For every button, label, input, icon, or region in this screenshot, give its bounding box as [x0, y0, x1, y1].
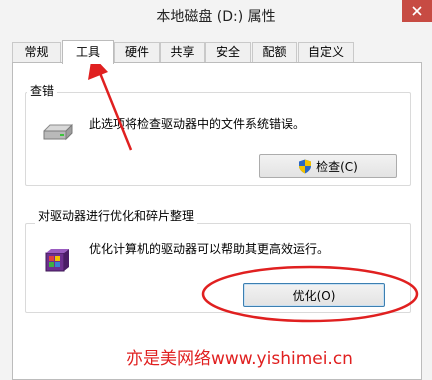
tab-customize[interactable]: 自定义 — [298, 42, 354, 63]
uac-shield-icon — [299, 159, 312, 173]
tools-panel: 查错 此选项将检查驱动器中的文件系统错误。 检查(C) 对驱动器进行优化和碎片整… — [12, 62, 422, 380]
tab-quota[interactable]: 配额 — [252, 42, 297, 63]
window-title: 本地磁盘 (D:) 属性 — [156, 9, 276, 25]
error-check-title: 查错 — [27, 82, 58, 99]
tab-security[interactable]: 安全 — [205, 42, 251, 63]
check-button-label: 检查(C) — [316, 159, 358, 174]
error-check-description: 此选项将检查驱动器中的文件系统错误。 — [89, 117, 306, 131]
tab-strip: 常规 工具 硬件 共享 安全 配额 自定义 — [12, 40, 424, 64]
optimize-title: 对驱动器进行优化和碎片整理 — [35, 207, 198, 224]
optimize-button[interactable]: 优化(O) — [243, 283, 385, 307]
tab-general[interactable]: 常规 — [12, 42, 61, 63]
check-button[interactable]: 检查(C) — [259, 154, 397, 178]
optimize-description: 优化计算机的驱动器可以帮助其更高效运行。 — [89, 242, 330, 256]
tab-hardware[interactable]: 硬件 — [114, 42, 160, 63]
title-bar: 本地磁盘 (D:) 属性 — [0, 0, 432, 32]
defrag-icon — [45, 249, 69, 272]
optimize-button-label: 优化(O) — [292, 288, 336, 303]
close-icon — [412, 6, 422, 16]
tab-sharing[interactable]: 共享 — [160, 42, 205, 63]
close-button[interactable] — [402, 0, 432, 22]
hard-drive-icon — [43, 123, 73, 141]
tab-tools[interactable]: 工具 — [62, 40, 114, 64]
watermark-text: 亦是美网络www.yishimei.cn — [126, 349, 353, 369]
